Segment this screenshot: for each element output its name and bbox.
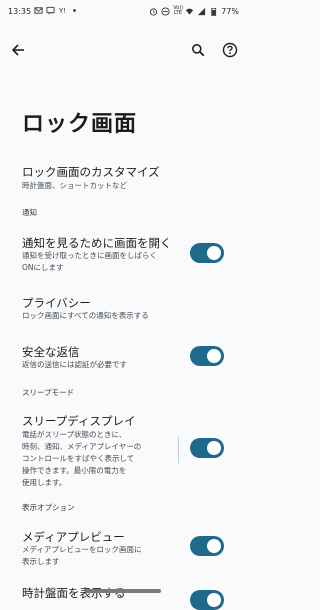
wake-screen-subtitle-line2: ONにします xyxy=(22,263,64,272)
media-preview-toggle[interactable] xyxy=(190,536,224,556)
secure-reply-toggle[interactable] xyxy=(190,346,224,366)
help-button[interactable] xyxy=(218,38,242,62)
section-header-display-options: 表示オプション xyxy=(22,503,75,512)
privacy-item[interactable]: プライバシー ロック画面にすべての通知を表示する xyxy=(0,292,245,326)
message-icon xyxy=(46,6,55,15)
do-not-disturb-icon xyxy=(161,6,170,16)
settings-divider xyxy=(178,437,179,463)
wifi-icon xyxy=(186,8,194,15)
sleep-display-subtitle-line2: 時刻、通知、メディアプレイヤーの xyxy=(22,442,142,451)
media-preview-title: メディアプレビュー xyxy=(22,530,125,544)
toggle-knob xyxy=(207,593,221,607)
signal-icon xyxy=(198,7,206,15)
customize-subtitle: 時計盤面、ショートカットなど xyxy=(22,181,127,190)
status-time: 13:35 xyxy=(8,7,32,16)
app-bar xyxy=(0,36,245,64)
toggle-knob xyxy=(207,246,221,260)
section-header-notifications: 通知 xyxy=(22,208,37,217)
secure-reply-subtitle: 返信の送信には認証が必要です xyxy=(22,360,127,369)
search-icon xyxy=(192,44,205,57)
lock-screen-customize-item[interactable]: ロック画面のカスタマイズ 時計盤面、ショートカットなど xyxy=(0,160,245,196)
section-header-sleep-mode: スリープモード xyxy=(22,388,75,397)
wake-screen-subtitle-line1: 通知を受け取ったときに画面をしばらく xyxy=(22,251,157,260)
mail-icon xyxy=(34,7,43,14)
arrow-left-icon xyxy=(11,44,24,56)
sleep-display-subtitle-line1: 電話がスリープ状態のときに、 xyxy=(22,430,127,439)
toggle-knob xyxy=(207,441,221,455)
show-clock-title: 時計盤面を表示する xyxy=(22,586,126,600)
toggle-knob xyxy=(207,539,221,553)
page-title: ロック画面 xyxy=(22,112,138,137)
network-label: Vo)) LTE xyxy=(173,5,184,16)
sleep-display-subtitle-line4: 操作できます。最小限の電力を xyxy=(22,466,127,475)
app-notification-icon: Y! xyxy=(58,6,66,15)
battery-icon xyxy=(211,7,217,16)
media-preview-subtitle-line1: メディアプレビューをロック画面に xyxy=(22,545,142,554)
privacy-title: プライバシー xyxy=(22,296,91,310)
status-notification-icons: Y! xyxy=(34,6,79,15)
status-system-icons: Vo)) LTE 77% xyxy=(149,6,239,16)
sleep-display-title: スリープディスプレイ xyxy=(22,414,136,428)
dot-icon xyxy=(73,9,76,12)
help-circle-icon xyxy=(222,42,238,58)
toggle-knob xyxy=(207,349,221,363)
wake-screen-toggle[interactable] xyxy=(190,243,224,263)
gesture-nav-handle[interactable] xyxy=(85,589,161,593)
sleep-display-toggle[interactable] xyxy=(190,438,224,458)
battery-percent: 77% xyxy=(221,6,239,16)
sleep-display-subtitle-line5: 使用します。 xyxy=(22,478,67,487)
alarm-icon xyxy=(150,7,158,16)
secure-reply-title: 安全な返信 xyxy=(22,345,80,359)
back-button[interactable] xyxy=(6,38,30,62)
svg-text:Y!: Y! xyxy=(58,6,66,15)
media-preview-subtitle-line2: 表示します xyxy=(22,557,60,566)
status-bar: 13:35 Y! Vo)) LTE 77% xyxy=(0,0,245,24)
wake-screen-title: 通知を見るために画面を開く xyxy=(22,236,172,250)
customize-title: ロック画面のカスタマイズ xyxy=(22,165,160,179)
sleep-display-subtitle-line3: コントロールをすばやく表示して xyxy=(22,454,135,463)
show-clock-toggle[interactable] xyxy=(190,590,224,610)
search-button[interactable] xyxy=(186,38,210,62)
privacy-subtitle: ロック画面にすべての通知を表示する xyxy=(22,311,149,320)
